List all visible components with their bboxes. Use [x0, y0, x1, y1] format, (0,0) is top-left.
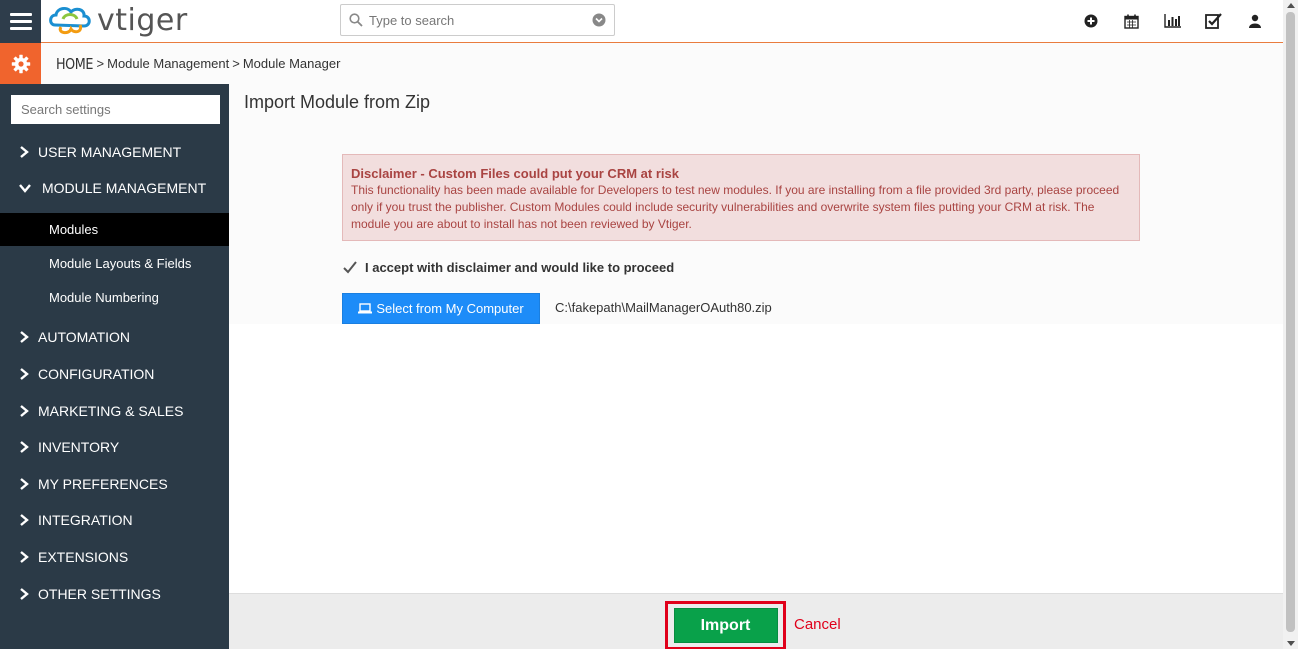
settings-gear-icon[interactable]	[0, 43, 41, 84]
sidebar-subitem-label: Module Numbering	[49, 290, 159, 305]
content-blank-area	[229, 324, 1283, 593]
sidebar-item-configuration[interactable]: CONFIGURATION	[0, 359, 229, 389]
breadcrumb-separator: >	[96, 56, 105, 71]
disclaimer-text: This functionality has been made availab…	[351, 183, 1120, 231]
bar-chart-icon[interactable]	[1152, 8, 1193, 34]
import-button[interactable]: Import	[673, 608, 778, 643]
sidebar-item-label: MARKETING & SALES	[38, 403, 184, 419]
checkmark-icon	[343, 261, 357, 274]
sidebar-item-label: INVENTORY	[38, 439, 120, 455]
breadcrumb-module-manager[interactable]: Module Manager	[243, 56, 341, 71]
sidebar-item-label: AUTOMATION	[38, 329, 131, 345]
main-content: Import Module from Zip Disclaimer - Cust…	[229, 84, 1283, 324]
settings-search-input[interactable]	[11, 95, 220, 124]
sidebar-subitem-module-layouts-fields[interactable]: Module Layouts & Fields	[0, 247, 229, 280]
selected-file-name: C:\fakepath\MailManagerOAuth80.zip	[555, 300, 772, 315]
sidebar-item-label: OTHER SETTINGS	[38, 586, 161, 602]
page-title: Import Module from Zip	[244, 92, 431, 112]
chevron-right-icon	[19, 331, 31, 343]
search-input[interactable]	[369, 12, 592, 28]
sidebar-item-label: CONFIGURATION	[38, 366, 155, 382]
task-check-icon[interactable]	[1193, 8, 1234, 34]
hamburger-menu-icon[interactable]	[0, 0, 41, 43]
chevron-right-icon	[19, 514, 31, 526]
scroll-down-arrow-icon[interactable]	[1287, 641, 1295, 646]
sidebar-subitem-label: Modules	[49, 222, 99, 237]
accept-label: I accept with disclaimer and would like …	[365, 260, 675, 275]
top-actions	[1070, 8, 1275, 34]
chevron-right-icon	[19, 368, 31, 380]
calendar-icon[interactable]	[1111, 8, 1152, 34]
sidebar-subitem-label: Module Layouts & Fields	[49, 256, 192, 271]
sidebar-item-other-settings[interactable]: OTHER SETTINGS	[0, 579, 229, 609]
scrollbar-thumb[interactable]	[1286, 12, 1295, 632]
chevron-right-icon	[19, 478, 31, 490]
sidebar-item-integration[interactable]: INTEGRATION	[0, 505, 229, 535]
page-scrollbar[interactable]	[1283, 0, 1298, 649]
search-icon	[349, 13, 363, 27]
chevron-right-icon	[19, 588, 31, 600]
form-footer: Import Cancel	[229, 593, 1283, 649]
laptop-icon	[358, 303, 373, 314]
sidebar-subitem-module-numbering[interactable]: Module Numbering	[0, 281, 229, 314]
global-search[interactable]	[340, 4, 615, 36]
chevron-right-icon	[19, 441, 31, 453]
breadcrumb-bar: HOME > Module Management > Module Manage…	[0, 43, 1283, 84]
chevron-right-icon	[19, 146, 31, 158]
sidebar-item-inventory[interactable]: INVENTORY	[0, 432, 229, 462]
sidebar-item-automation[interactable]: AUTOMATION	[0, 322, 229, 352]
settings-sidebar: USER MANAGEMENT MODULE MANAGEMENT Module…	[0, 84, 229, 649]
disclaimer-alert: Disclaimer - Custom Files could put your…	[342, 154, 1140, 241]
logo-cloud-icon	[49, 6, 91, 35]
breadcrumb-module-management[interactable]: Module Management	[107, 56, 229, 71]
top-navbar: vtiger	[0, 0, 1283, 43]
select-from-computer-button[interactable]: Select from My Computer	[342, 293, 540, 324]
chevron-right-icon	[19, 405, 31, 417]
sidebar-subitem-modules[interactable]: Modules	[0, 213, 229, 246]
select-button-label: Select from My Computer	[376, 301, 524, 316]
disclaimer-title: Disclaimer - Custom Files could put your…	[351, 166, 679, 181]
user-icon[interactable]	[1234, 8, 1275, 34]
sidebar-item-label: MY PREFERENCES	[38, 476, 168, 492]
chevron-down-icon	[19, 183, 35, 193]
sidebar-item-label: INTEGRATION	[38, 512, 133, 528]
sidebar-item-my-preferences[interactable]: MY PREFERENCES	[0, 469, 229, 499]
scroll-up-arrow-icon[interactable]	[1287, 3, 1295, 8]
breadcrumb: HOME > Module Management > Module Manage…	[56, 55, 340, 73]
accept-disclaimer-row[interactable]: I accept with disclaimer and would like …	[343, 260, 674, 275]
cancel-link[interactable]: Cancel	[794, 616, 841, 633]
import-button-highlight: Import	[665, 601, 786, 649]
sidebar-item-marketing-sales[interactable]: MARKETING & SALES	[0, 396, 229, 426]
vtiger-logo[interactable]: vtiger	[47, 1, 188, 39]
plus-circle-icon[interactable]	[1070, 8, 1111, 34]
sidebar-item-module-management[interactable]: MODULE MANAGEMENT	[0, 173, 229, 203]
sidebar-item-user-management[interactable]: USER MANAGEMENT	[0, 137, 229, 167]
chevron-right-icon	[19, 551, 31, 563]
search-dropdown-chevron-icon[interactable]	[592, 13, 606, 27]
sidebar-item-label: EXTENSIONS	[38, 549, 129, 565]
breadcrumb-separator: >	[232, 56, 240, 71]
logo-text: vtiger	[97, 2, 188, 38]
sidebar-item-label: USER MANAGEMENT	[38, 144, 182, 160]
sidebar-item-label: MODULE MANAGEMENT	[42, 180, 207, 196]
breadcrumb-home[interactable]: HOME	[56, 55, 93, 73]
sidebar-item-extensions[interactable]: EXTENSIONS	[0, 542, 229, 572]
accept-checkbox[interactable]	[343, 261, 357, 275]
